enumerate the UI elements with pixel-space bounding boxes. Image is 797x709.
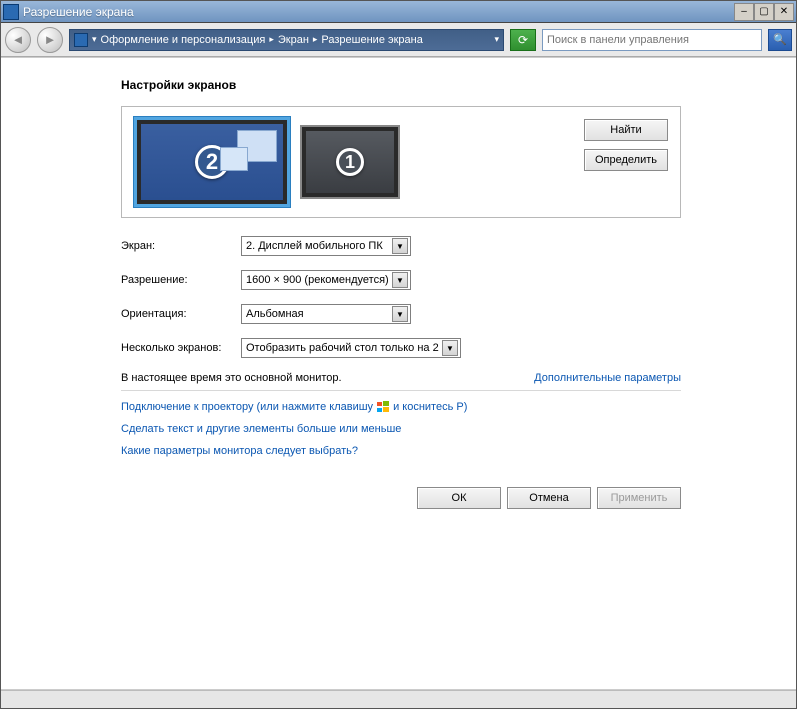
projector-link[interactable]: Подключение к проектору (или нажмите кла… xyxy=(121,401,681,413)
multimon-label: Несколько экранов: xyxy=(121,342,241,354)
display-preview: 2 1 Найти Определить xyxy=(121,106,681,218)
dropdown-icon: ▼ xyxy=(392,306,408,322)
apply-button[interactable]: Применить xyxy=(597,487,681,509)
ok-button[interactable]: ОК xyxy=(417,487,501,509)
app-icon xyxy=(3,4,19,20)
monitor-1[interactable]: 1 xyxy=(300,125,400,199)
breadcrumb-seg-3[interactable]: Разрешение экрана xyxy=(321,34,422,46)
identify-button[interactable]: Определить xyxy=(584,149,668,171)
text-size-link[interactable]: Сделать текст и другие элементы больше и… xyxy=(121,423,681,435)
screen-label: Экран: xyxy=(121,240,241,252)
screen-select[interactable]: 2. Дисплей мобильного ПК ▼ xyxy=(241,236,411,256)
close-button[interactable]: ✕ xyxy=(774,3,794,21)
control-panel-icon xyxy=(74,33,88,47)
navbar: ◄ ► ▾ Оформление и персонализация ▸ Экра… xyxy=(1,23,796,57)
minimize-button[interactable]: – xyxy=(734,3,754,21)
address-bar[interactable]: ▾ Оформление и персонализация ▸ Экран ▸ … xyxy=(69,29,504,51)
titlebar[interactable]: Разрешение экрана – ▢ ✕ xyxy=(1,1,796,23)
search-button[interactable]: 🔍 xyxy=(768,29,792,51)
window-title: Разрешение экрана xyxy=(23,5,734,19)
search-input[interactable] xyxy=(543,34,761,46)
resolution-select[interactable]: 1600 × 900 (рекомендуется) ▼ xyxy=(241,270,411,290)
back-button[interactable]: ◄ xyxy=(5,27,31,53)
divider xyxy=(121,390,681,391)
screen-value: 2. Дисплей мобильного ПК xyxy=(246,240,383,252)
address-dropdown-icon[interactable]: ▾ xyxy=(494,34,499,45)
forward-button[interactable]: ► xyxy=(37,27,63,53)
orientation-label: Ориентация: xyxy=(121,308,241,320)
monitor-1-number: 1 xyxy=(336,148,364,176)
dropdown-icon: ▼ xyxy=(442,340,458,356)
primary-monitor-info: В настоящее время это основной монитор. xyxy=(121,372,342,384)
breadcrumb-seg-1[interactable]: Оформление и персонализация xyxy=(101,34,266,46)
orientation-value: Альбомная xyxy=(246,308,304,320)
preview-windows-icon xyxy=(237,130,277,162)
windows-logo-icon xyxy=(377,401,389,413)
which-settings-link[interactable]: Какие параметры монитора следует выбрать… xyxy=(121,445,681,457)
window-frame: Разрешение экрана – ▢ ✕ ◄ ► ▾ Оформление… xyxy=(0,0,797,709)
search-box[interactable] xyxy=(542,29,762,51)
dropdown-icon: ▼ xyxy=(392,238,408,254)
cancel-button[interactable]: Отмена xyxy=(507,487,591,509)
chevron-right-icon: ▸ xyxy=(269,34,274,45)
content-area: Настройки экранов 2 1 Найти Определить xyxy=(1,57,796,690)
statusbar xyxy=(1,690,796,708)
find-button[interactable]: Найти xyxy=(584,119,668,141)
search-icon: 🔍 xyxy=(773,33,787,46)
resolution-label: Разрешение: xyxy=(121,274,241,286)
monitor-2[interactable]: 2 xyxy=(134,117,290,207)
action-bar: ОК Отмена Применить xyxy=(121,487,681,509)
dropdown-icon: ▼ xyxy=(392,272,408,288)
maximize-button[interactable]: ▢ xyxy=(754,3,774,21)
chevron-icon: ▾ xyxy=(92,34,97,45)
multimon-value: Отобразить рабочий стол только на 2 xyxy=(246,342,439,354)
chevron-right-icon: ▸ xyxy=(313,34,318,45)
advanced-settings-link[interactable]: Дополнительные параметры xyxy=(534,372,681,384)
breadcrumb-seg-2[interactable]: Экран xyxy=(278,34,309,46)
settings-form: Экран: 2. Дисплей мобильного ПК ▼ Разреш… xyxy=(121,236,681,358)
multimon-select[interactable]: Отобразить рабочий стол только на 2 ▼ xyxy=(241,338,461,358)
resolution-value: 1600 × 900 (рекомендуется) xyxy=(246,274,389,286)
orientation-select[interactable]: Альбомная ▼ xyxy=(241,304,411,324)
page-heading: Настройки экранов xyxy=(121,78,681,92)
refresh-button[interactable]: ⟳ xyxy=(510,29,536,51)
